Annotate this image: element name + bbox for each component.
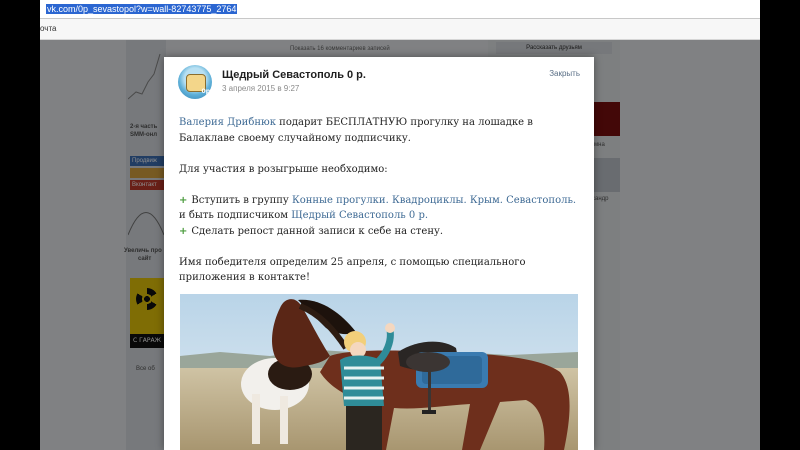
group-link-horses[interactable]: Конные прогулки. Квадроциклы. Крым. Сева… bbox=[292, 195, 576, 206]
post-date[interactable]: 3 апреля 2015 в 9:27 bbox=[222, 84, 299, 93]
browser-window: vk.com/0p_sevastopol?w=wall-82743775_276… bbox=[40, 0, 760, 450]
bookmark-item[interactable]: очта bbox=[40, 19, 56, 39]
post-header: 0p Щедрый Севастополь 0 р. 3 апреля 2015… bbox=[164, 57, 594, 107]
avatar-badge: 0p bbox=[201, 88, 210, 95]
conditions-title: Для участия в розыгрыше необходимо: bbox=[179, 163, 388, 175]
group-avatar[interactable]: 0p bbox=[178, 65, 212, 99]
condition-step-1: + Вступить в группу Конные прогулки. Квад… bbox=[179, 193, 579, 224]
author-link[interactable]: Валерия Дрибнюк bbox=[179, 117, 276, 128]
winner-paragraph: Имя победителя определим 25 апреля, с по… bbox=[179, 256, 526, 284]
group-link-sevastopol[interactable]: Щедрый Севастополь 0 р. bbox=[291, 210, 428, 221]
intro-paragraph: Валерия Дрибнюк подарит БЕСПЛАТНУЮ прогу… bbox=[179, 115, 579, 146]
step1-middle: и быть подписчиком bbox=[179, 210, 292, 221]
post-photo[interactable] bbox=[180, 294, 578, 450]
close-button[interactable]: Закрыть bbox=[549, 69, 580, 78]
condition-step-2: + Сделать репост данной записи к себе на … bbox=[179, 224, 579, 240]
address-bar: vk.com/0p_sevastopol?w=wall-82743775_276… bbox=[40, 0, 760, 19]
step2-text: Сделать репост данной записи к себе на с… bbox=[191, 225, 444, 237]
plus-icon: + bbox=[179, 225, 188, 237]
post-modal: 0p Щедрый Севастополь 0 р. 3 апреля 2015… bbox=[164, 57, 594, 450]
group-name[interactable]: Щедрый Севастополь 0 р. bbox=[222, 69, 366, 81]
bookmarks-bar: очта bbox=[40, 19, 760, 40]
post-text: Валерия Дрибнюк подарит БЕСПЛАТНУЮ прогу… bbox=[179, 115, 579, 286]
plus-icon: + bbox=[179, 194, 188, 206]
horse-photo-image bbox=[180, 294, 578, 450]
step1-prefix: Вступить в группу bbox=[191, 194, 292, 206]
url-text: vk.com/0p_sevastopol?w=wall-82743775_276… bbox=[46, 4, 238, 14]
url-input[interactable]: vk.com/0p_sevastopol?w=wall-82743775_276… bbox=[40, 2, 740, 16]
